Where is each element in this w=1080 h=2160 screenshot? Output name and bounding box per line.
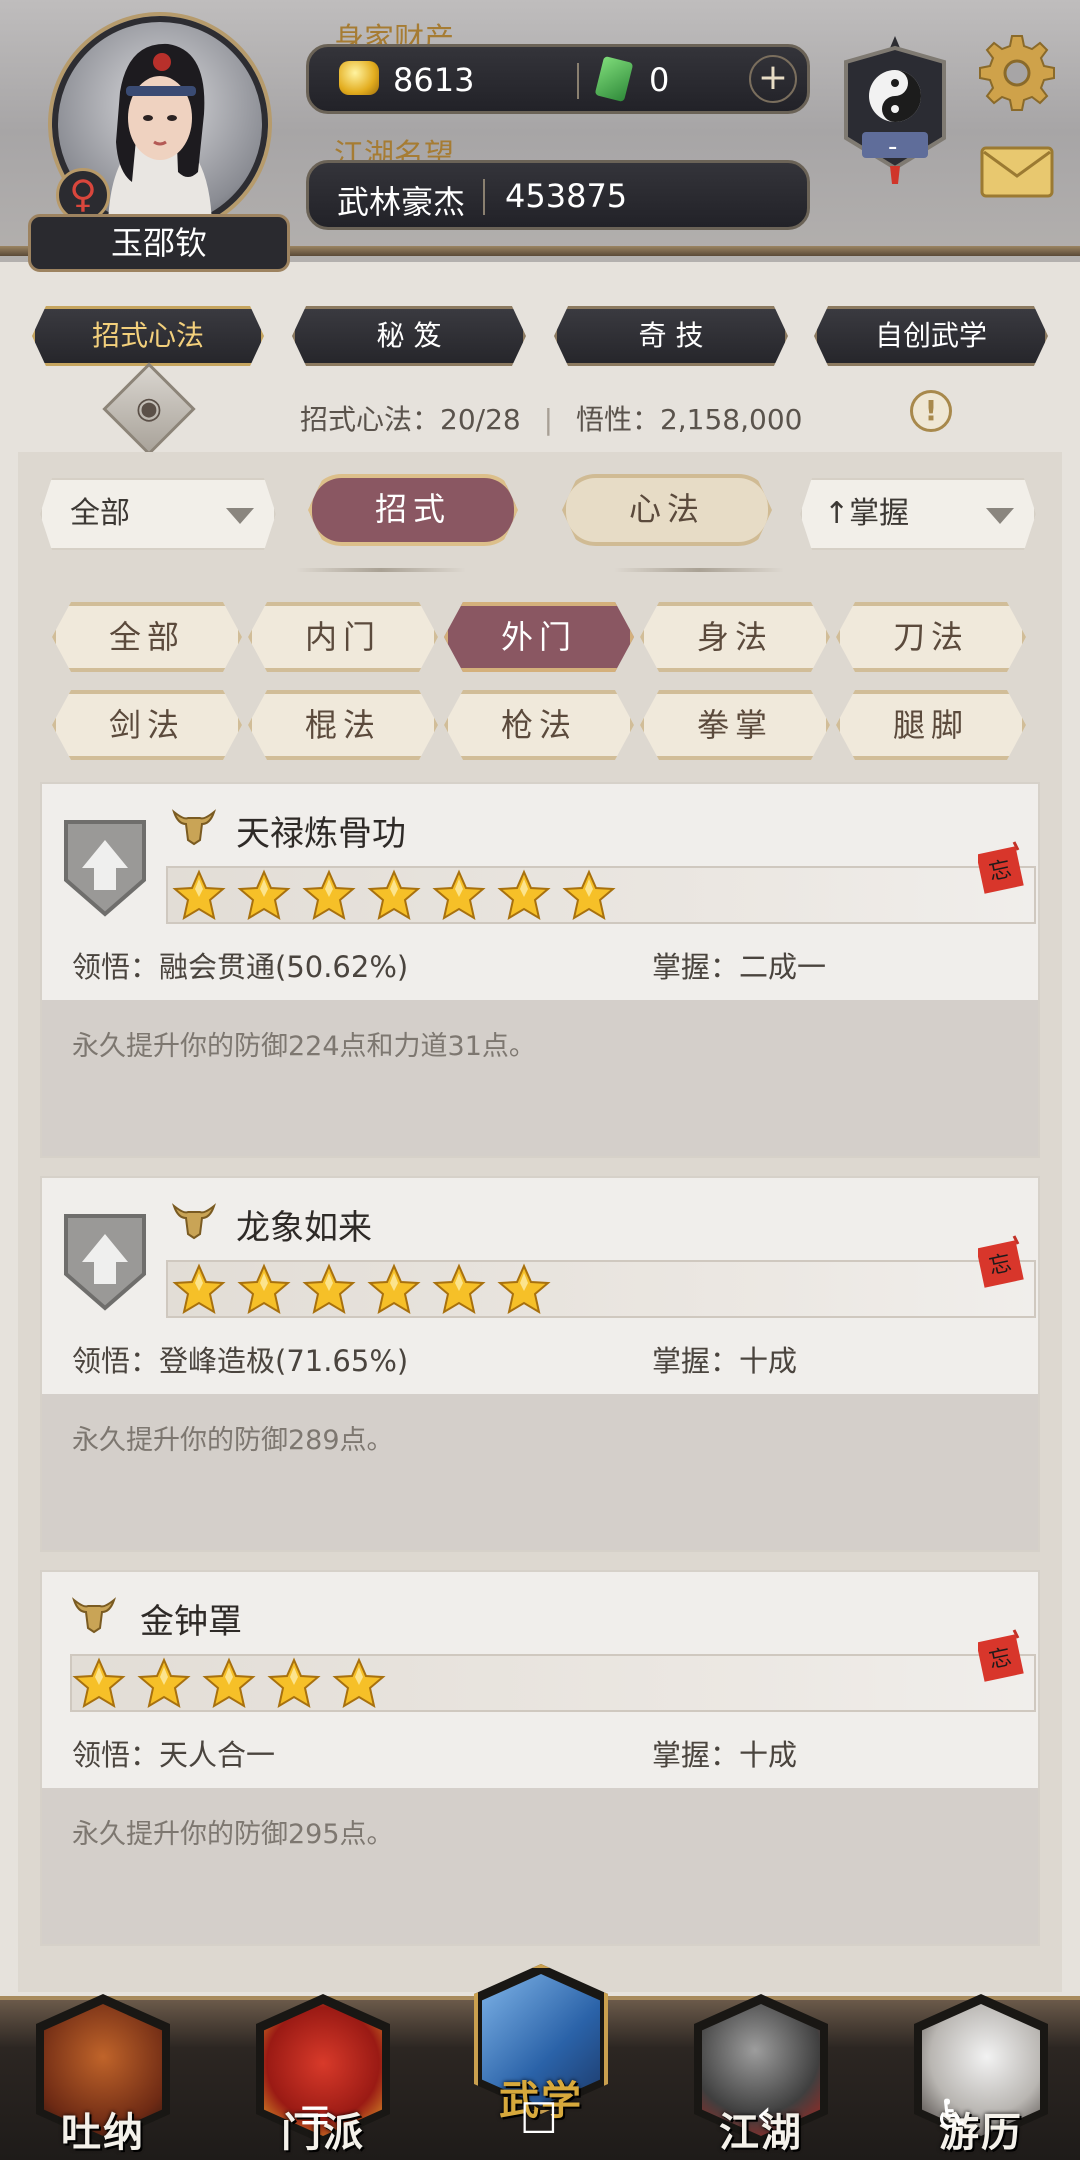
skill-description: 永久提升你的防御289点。 — [72, 1425, 394, 1456]
reputation-value: 453875 — [505, 177, 628, 215]
moves-count: 招式心法：20/28 — [300, 403, 521, 436]
system-menu-button[interactable]: ≡ — [298, 2092, 332, 2138]
system-home-button[interactable]: □ — [520, 2092, 558, 2138]
category-sword[interactable]: 剑法 — [52, 690, 242, 760]
star-rating — [70, 1654, 1036, 1712]
chevron-down-icon — [226, 508, 254, 524]
filter-dropdown-all[interactable]: 全部 — [40, 478, 276, 550]
star-icon — [172, 1263, 226, 1317]
warning-icon[interactable]: ! — [910, 390, 952, 432]
forget-tag-icon[interactable]: 忘 — [978, 1628, 1026, 1682]
nav-travel[interactable]: 游历 — [906, 1990, 1056, 2160]
faction-badge-text: - — [888, 132, 898, 162]
gold-amount: 8613 — [393, 61, 475, 99]
category-staff[interactable]: 棍法 — [248, 690, 438, 760]
mastery-level: 掌握：二成一 — [652, 950, 827, 984]
category-inner[interactable]: 内门 — [248, 602, 438, 672]
tab-custom-martial-arts[interactable]: 自创武学 — [814, 306, 1048, 366]
insight-level: 领悟：融会贯通(50.62%) — [72, 950, 409, 984]
category-fist-palm[interactable]: 拳掌 — [640, 690, 830, 760]
skill-name: 龙象如来 — [236, 1208, 372, 1248]
star-icon — [172, 869, 226, 923]
skill-name: 金钟罩 — [140, 1602, 242, 1642]
segment-inner-arts[interactable]: 心法 — [562, 474, 772, 546]
star-icon — [237, 869, 291, 923]
mastery-level: 掌握：十成 — [652, 1738, 798, 1772]
insight-level: 领悟：登峰造极(71.65%) — [72, 1344, 409, 1378]
star-icon — [367, 869, 421, 923]
star-icon — [497, 1263, 551, 1317]
system-accessibility-button[interactable]: ♿ — [934, 2092, 970, 2138]
star-rating — [166, 866, 1036, 924]
jade-icon — [594, 55, 634, 103]
gear-icon[interactable] — [978, 34, 1056, 112]
sort-arrow-icon: ↑ — [824, 496, 850, 531]
star-icon — [562, 869, 616, 923]
star-icon — [137, 1657, 191, 1711]
segment-moves[interactable]: 招式 — [308, 474, 518, 546]
add-currency-button[interactable]: + — [749, 55, 797, 103]
mail-icon[interactable] — [980, 146, 1054, 198]
star-rating — [166, 1260, 1036, 1318]
category-outer[interactable]: 外门 — [444, 602, 634, 672]
upgrade-shield-icon[interactable] — [62, 1212, 148, 1312]
mastery-level: 掌握：十成 — [652, 1344, 798, 1378]
nav-label: 吐纳 — [61, 2110, 145, 2156]
bull-head-icon — [172, 809, 216, 846]
sort-dropdown[interactable]: ↑掌握 — [800, 478, 1036, 550]
skill-name: 天禄炼骨功 — [236, 814, 406, 854]
ornament-divider — [296, 568, 466, 572]
tab-moves-and-arts[interactable]: 招式心法 — [32, 306, 264, 366]
forget-tag-icon[interactable]: 忘 — [978, 1234, 1026, 1288]
star-icon — [497, 869, 551, 923]
category-legs[interactable]: 腿脚 — [836, 690, 1026, 760]
bull-head-icon — [172, 1203, 216, 1240]
star-icon — [267, 1657, 321, 1711]
gold-ingot-icon — [339, 61, 379, 95]
divider — [577, 63, 579, 99]
category-movement[interactable]: 身法 — [640, 602, 830, 672]
upgrade-shield-icon[interactable] — [62, 818, 148, 918]
chevron-down-icon — [986, 508, 1014, 524]
skill-description: 永久提升你的防御224点和力道31点。 — [72, 1031, 536, 1062]
tab-secret-manuals[interactable]: 秘 笈 — [292, 306, 526, 366]
category-spear[interactable]: 枪法 — [444, 690, 634, 760]
ornament-divider — [614, 568, 784, 572]
reputation-title: 武林豪杰 — [337, 183, 466, 221]
divider — [483, 179, 485, 215]
jade-amount: 0 — [649, 61, 670, 99]
star-icon — [332, 1657, 386, 1711]
skill-card[interactable]: 金钟罩 忘 领悟：天人合一 掌握：十成 永久提升你的防御295点。 — [40, 1570, 1040, 1946]
category-all[interactable]: 全部 — [52, 602, 242, 672]
star-icon — [367, 1263, 421, 1317]
star-icon — [302, 1263, 356, 1317]
insight-level: 领悟：天人合一 — [72, 1738, 276, 1772]
dropdown-label: 全部 — [70, 496, 130, 531]
category-blade[interactable]: 刀法 — [836, 602, 1026, 672]
star-icon — [237, 1263, 291, 1317]
divider: | — [543, 403, 554, 436]
skill-card[interactable]: 龙象如来 忘 领悟：登峰造极(71.65%) 掌握：十成 永久提升你的防御289… — [40, 1176, 1040, 1552]
bull-head-icon — [72, 1597, 116, 1634]
stats-line: 招式心法：20/28 | 悟性：2,158,000 — [300, 398, 802, 438]
nav-breathing[interactable]: 吐纳 — [28, 1990, 178, 2160]
eye-icon[interactable]: ◉ — [102, 362, 196, 456]
comprehension-value: 悟性：2,158,000 — [575, 403, 803, 436]
system-back-button[interactable]: ‹ — [756, 2092, 772, 2138]
skill-card[interactable]: 天禄炼骨功 忘 领悟：融会贯通(50.62%) 掌握：二成一 永久提升你的防御2… — [40, 782, 1040, 1158]
star-icon — [202, 1657, 256, 1711]
star-icon — [432, 1263, 486, 1317]
reputation-plate: 武林豪杰 453875 — [306, 160, 810, 230]
skill-description: 永久提升你的防御295点。 — [72, 1819, 394, 1850]
tab-special-skills[interactable]: 奇 技 — [554, 306, 788, 366]
dropdown-label: 掌握 — [849, 496, 910, 531]
star-icon — [302, 869, 356, 923]
star-icon — [72, 1657, 126, 1711]
player-name[interactable]: 玉邵钦 — [28, 214, 290, 272]
currency-plate: 8613 0 + — [306, 44, 810, 114]
star-icon — [432, 869, 486, 923]
nav-label: 游历 — [939, 2110, 1023, 2156]
forget-tag-icon[interactable]: 忘 — [978, 840, 1026, 894]
